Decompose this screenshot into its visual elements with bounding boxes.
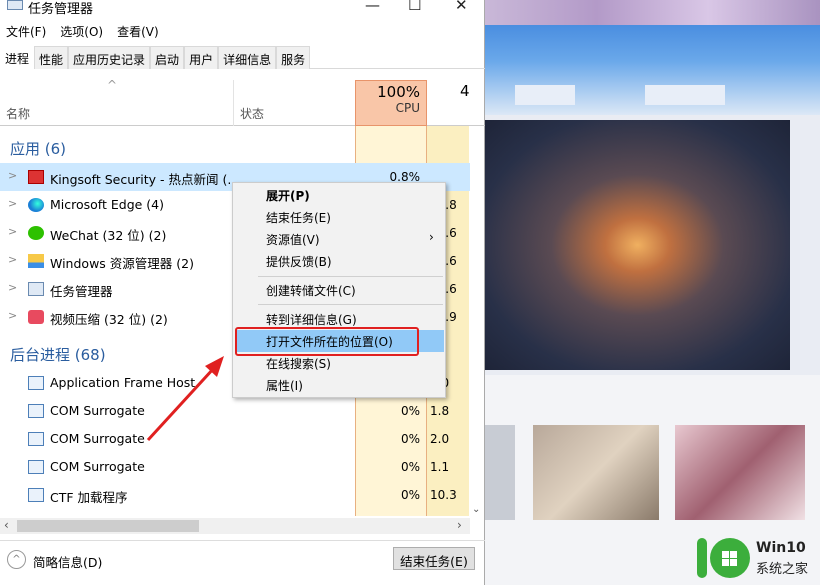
annotation-arrow <box>146 356 224 442</box>
